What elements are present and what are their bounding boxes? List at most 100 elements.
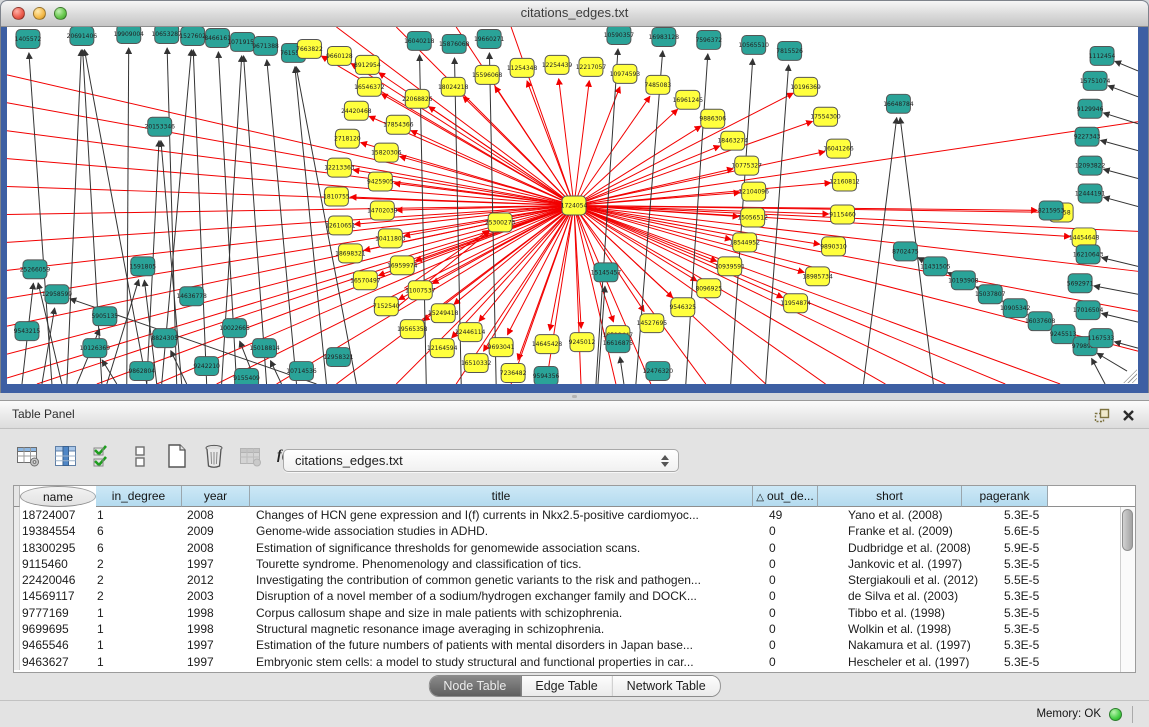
column-header-name[interactable]: name xyxy=(20,486,96,507)
graph-node[interactable]: 9671388 xyxy=(252,36,279,55)
cell-pagerank[interactable]: 5.3E-5 xyxy=(962,637,1048,653)
graph-node[interactable]: 12254439 xyxy=(542,55,573,74)
graph-node[interactable]: 7236482 xyxy=(500,364,527,383)
cell-in_degree[interactable]: 2 xyxy=(96,572,182,588)
close-window-button[interactable] xyxy=(12,7,25,20)
graph-node[interactable]: 8096925 xyxy=(695,279,722,298)
graph-node[interactable]: 12217057 xyxy=(576,57,607,76)
graph-edge[interactable] xyxy=(511,27,574,206)
table-row[interactable]: 911546021997Tourette syndrome. Phenomeno… xyxy=(14,556,1135,572)
cell-pagerank[interactable]: 5.3E-5 xyxy=(962,556,1048,572)
graph-node[interactable]: 15018814 xyxy=(249,339,280,358)
graph-node[interactable]: 18985734 xyxy=(802,267,833,286)
cell-year[interactable]: 1997 xyxy=(182,637,250,653)
graph-edge[interactable] xyxy=(574,122,1138,206)
graph-edge[interactable] xyxy=(1115,61,1138,71)
cell-year[interactable]: 2008 xyxy=(182,507,250,523)
delete-table-icon[interactable] xyxy=(237,443,264,470)
graph-node[interactable]: 1810755 xyxy=(323,187,350,206)
graph-node[interactable]: 10590357 xyxy=(604,27,635,44)
graph-node[interactable]: 12160812 xyxy=(829,172,860,191)
graph-node[interactable]: 22068826 xyxy=(402,89,433,108)
graph-node[interactable]: 9594356 xyxy=(533,367,560,384)
graph-node[interactable]: 9693041 xyxy=(488,338,515,357)
graph-node[interactable]: 9425905 xyxy=(367,172,394,191)
graph-node[interactable]: 10939591 xyxy=(715,257,746,276)
graph-edge[interactable] xyxy=(1102,313,1138,322)
cell-name[interactable]: 9465546 xyxy=(20,637,96,653)
cell-short[interactable]: Yano et al. (2008) xyxy=(818,507,962,523)
table-row[interactable]: 1830029562008Estimation of significance … xyxy=(14,540,1135,556)
graph-edge[interactable] xyxy=(295,67,327,384)
cell-out_de[interactable]: 0 xyxy=(753,654,818,670)
cell-name[interactable]: 9463627 xyxy=(20,654,96,670)
graph-node[interactable]: 14527695 xyxy=(637,314,668,333)
graph-node[interactable]: 17016504 xyxy=(1073,301,1104,320)
window-titlebar[interactable]: citations_edges.txt xyxy=(1,1,1148,27)
cell-in_degree[interactable]: 6 xyxy=(96,540,182,556)
cell-title[interactable]: Tourette syndrome. Phenomenology and cla… xyxy=(250,556,753,572)
table-selector-dropdown[interactable]: citations_edges.txt xyxy=(283,449,679,472)
table-row[interactable]: 1456911722003Disruption of a novel membe… xyxy=(14,588,1135,604)
graph-node[interactable]: 16546372 xyxy=(354,77,385,96)
graph-node[interactable]: 9245012 xyxy=(569,333,596,352)
graph-edge[interactable] xyxy=(67,50,81,384)
cell-name[interactable]: 19384554 xyxy=(20,523,96,539)
cell-pagerank[interactable]: 5.3E-5 xyxy=(962,507,1048,523)
cell-out_de[interactable]: 0 xyxy=(753,523,818,539)
cell-name[interactable]: 9115460 xyxy=(20,556,96,572)
graph-node[interactable]: 11431505 xyxy=(920,257,951,276)
graph-edge[interactable] xyxy=(1103,113,1138,124)
cell-year[interactable]: 2009 xyxy=(182,523,250,539)
graph-node[interactable]: 9543215 xyxy=(14,322,41,341)
graph-edge[interactable] xyxy=(574,206,885,385)
cell-title[interactable]: Estimation of significance thresholds fo… xyxy=(250,540,753,556)
graph-edge[interactable] xyxy=(244,56,267,384)
column-header-year[interactable]: year xyxy=(182,486,250,507)
graph-node[interactable]: 10905342 xyxy=(1000,299,1031,318)
graph-node[interactable]: 8912954 xyxy=(354,55,381,74)
graph-node[interactable]: 9886306 xyxy=(699,109,726,128)
graph-node[interactable]: 19565358 xyxy=(397,320,428,339)
cell-title[interactable]: Corpus callosum shape and size in male p… xyxy=(250,605,753,621)
graph-node[interactable]: 9227343 xyxy=(1074,127,1101,146)
cell-short[interactable]: Hescheler et al. (1997) xyxy=(818,654,962,670)
graph-edge[interactable] xyxy=(271,361,282,384)
graph-node[interactable]: 7152540 xyxy=(373,297,400,316)
table-row[interactable]: 946554611997Estimation of the future num… xyxy=(14,637,1135,653)
graph-node[interactable]: 10022665 xyxy=(219,319,250,338)
graph-node[interactable]: 12104096 xyxy=(738,182,769,201)
graph-edge[interactable] xyxy=(1108,86,1138,97)
graph-node[interactable]: 1167533 xyxy=(1088,329,1115,348)
graph-node[interactable]: 8824305 xyxy=(151,329,178,348)
cell-pagerank[interactable]: 5.3E-5 xyxy=(962,654,1048,670)
graph-node[interactable]: 14645428 xyxy=(532,335,563,354)
cell-name[interactable]: 22420046 xyxy=(20,572,96,588)
cell-title[interactable]: Investigating the contribution of common… xyxy=(250,572,753,588)
graph-node[interactable]: 10974593 xyxy=(610,64,641,83)
float-panel-icon[interactable] xyxy=(1093,406,1111,424)
graph-node[interactable]: 9245513 xyxy=(1050,325,1077,344)
cell-short[interactable]: Tibbo et al. (1998) xyxy=(818,605,962,621)
cell-title[interactable]: Estimation of the future numbers of pati… xyxy=(250,637,753,653)
graph-node[interactable]: 16983128 xyxy=(649,27,680,46)
cell-year[interactable]: 1997 xyxy=(182,556,250,572)
graph-node[interactable]: 15056512 xyxy=(737,208,768,227)
graph-node[interactable]: 10714536 xyxy=(286,362,317,381)
graph-node[interactable]: 12213363 xyxy=(324,158,355,177)
graph-node[interactable]: 9129946 xyxy=(1077,99,1104,118)
table-row[interactable]: 969969511998Structural magnetic resonanc… xyxy=(14,621,1135,637)
cell-in_degree[interactable]: 2 xyxy=(96,556,182,572)
cell-in_degree[interactable]: 1 xyxy=(96,605,182,621)
column-header-in_degree[interactable]: in_degree xyxy=(96,486,182,507)
graph-node[interactable]: 7663822 xyxy=(296,39,323,58)
cell-year[interactable]: 2008 xyxy=(182,540,250,556)
graph-node[interactable]: 16210643 xyxy=(1073,245,1104,264)
graph-node[interactable]: 18698321 xyxy=(335,244,366,263)
delete-icon[interactable] xyxy=(200,443,227,470)
cell-year[interactable]: 2003 xyxy=(182,588,250,604)
vertical-scrollbar[interactable] xyxy=(1120,507,1135,672)
graph-edge[interactable] xyxy=(1094,286,1138,294)
graph-node[interactable]: 14702039 xyxy=(367,201,398,220)
graph-node[interactable]: 9546325 xyxy=(670,298,697,317)
